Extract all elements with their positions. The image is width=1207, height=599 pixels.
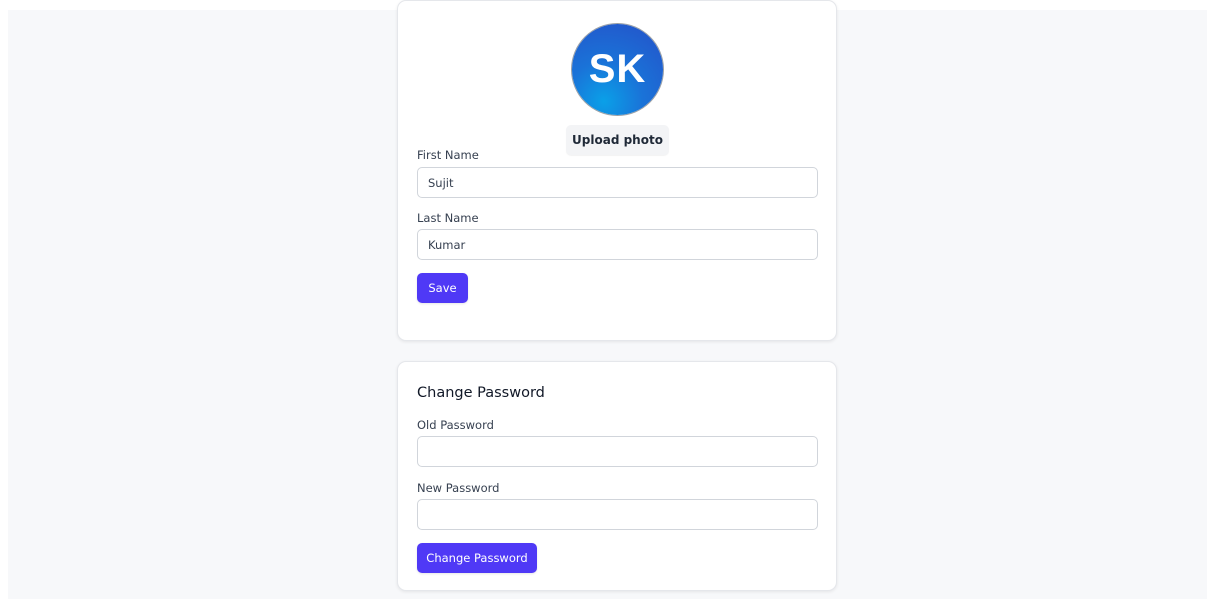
upload-photo-button[interactable]: Upload photo bbox=[566, 125, 669, 155]
page-background: SK Upload photo First Name Last Name Sav… bbox=[8, 0, 1207, 599]
last-name-label: Last Name bbox=[417, 211, 479, 225]
avatar-initials: SK bbox=[588, 47, 647, 91]
profile-card: SK Upload photo First Name Last Name Sav… bbox=[397, 0, 837, 341]
new-password-field[interactable] bbox=[417, 499, 818, 530]
first-name-label: First Name bbox=[417, 148, 479, 162]
first-name-field[interactable] bbox=[417, 167, 818, 198]
new-password-label: New Password bbox=[417, 481, 500, 495]
change-password-card: Change Password Old Password New Passwor… bbox=[397, 361, 837, 591]
save-button[interactable]: Save bbox=[417, 273, 468, 303]
change-password-title: Change Password bbox=[417, 385, 545, 401]
last-name-field[interactable] bbox=[417, 229, 818, 260]
old-password-field[interactable] bbox=[417, 436, 818, 467]
change-password-button[interactable]: Change Password bbox=[417, 543, 537, 573]
old-password-label: Old Password bbox=[417, 418, 494, 432]
avatar: SK bbox=[572, 24, 663, 115]
